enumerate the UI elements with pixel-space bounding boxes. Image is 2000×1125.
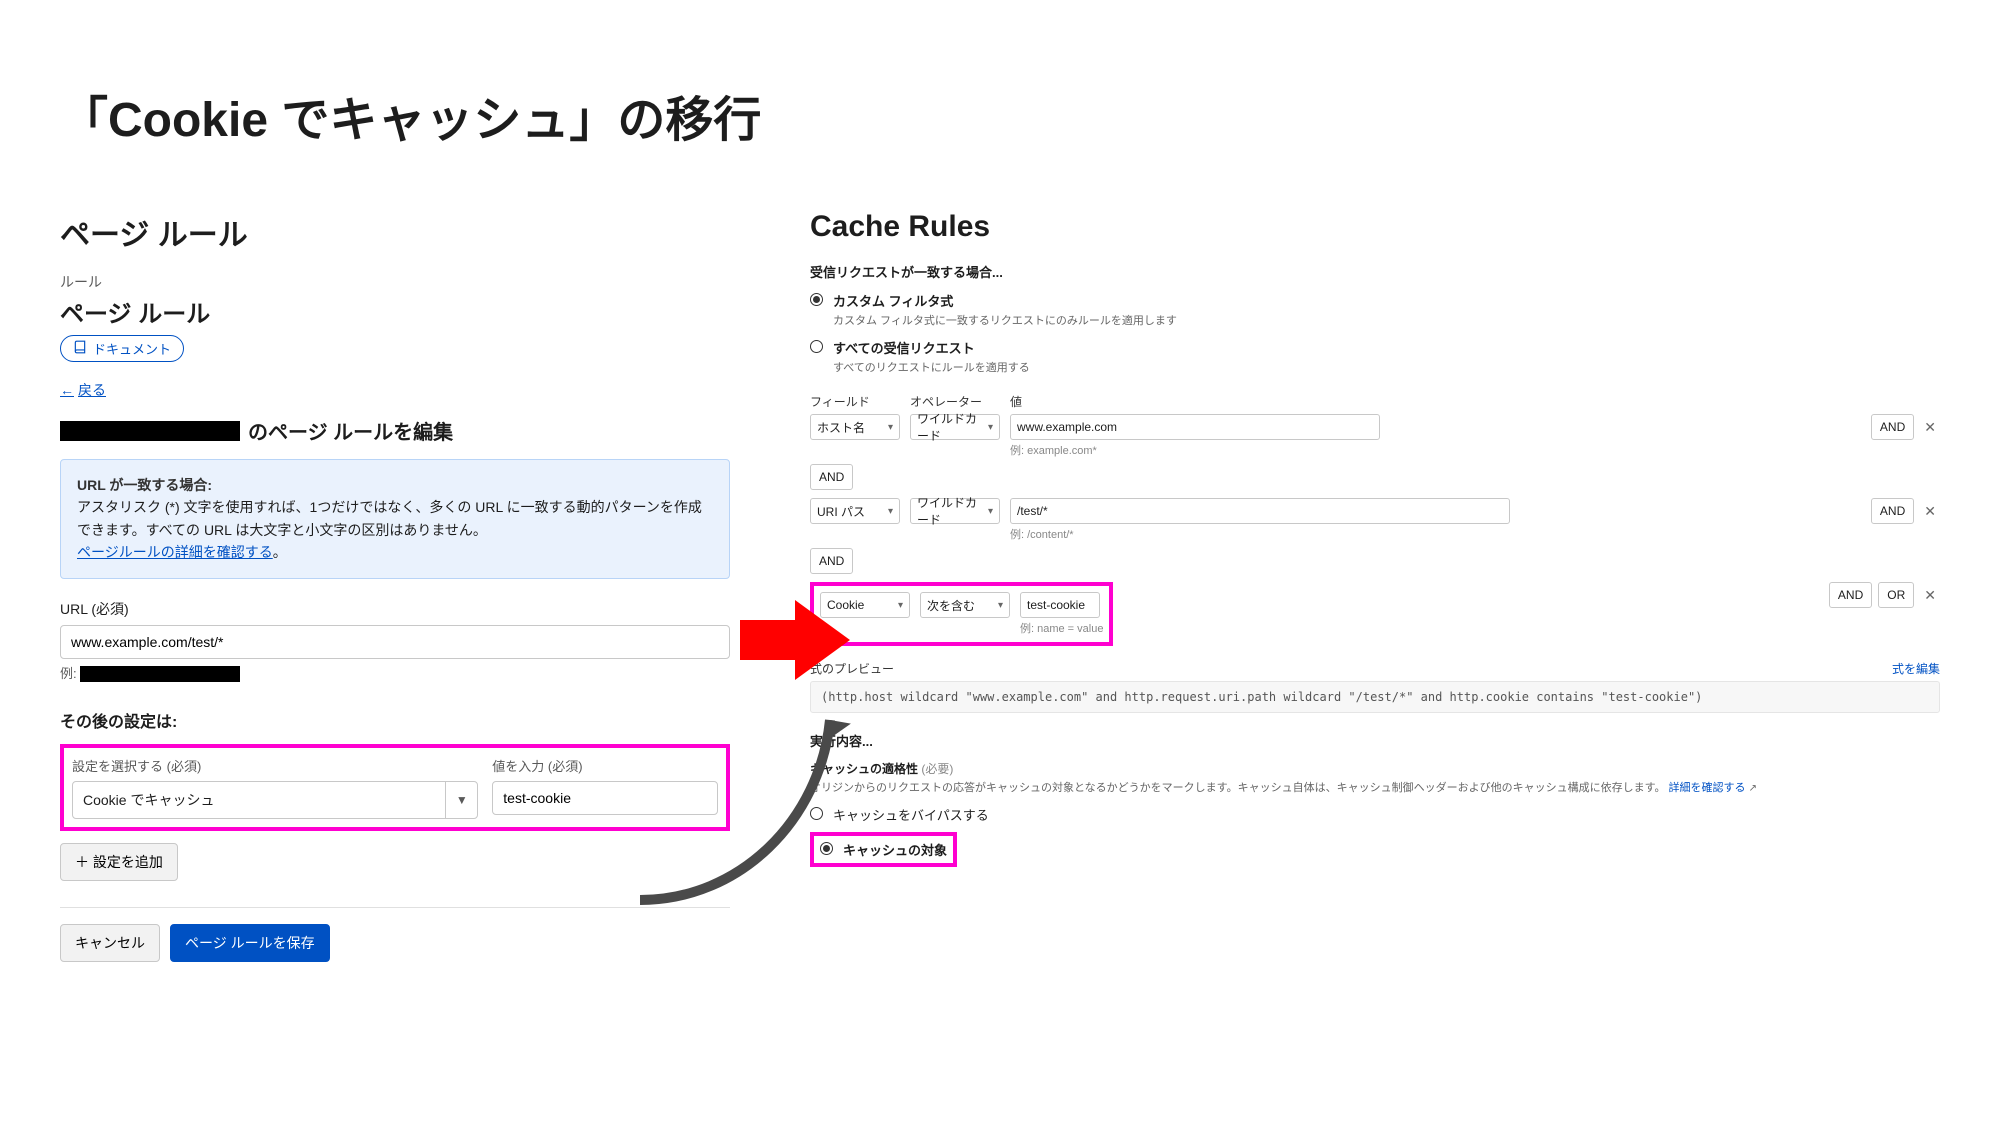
info-link[interactable]: ページルールの詳細を確認する xyxy=(77,544,273,560)
col-operator: オペレーター xyxy=(910,393,1000,410)
and-chip[interactable]: AND xyxy=(1829,582,1872,608)
caret-down-icon: ▾ xyxy=(888,506,893,517)
value-input-label: 値を入力 (必須) xyxy=(492,756,718,775)
value-hint: 例: /content/* xyxy=(1010,526,1861,542)
highlighted-cache-target: キャッシュの対象 xyxy=(810,832,957,867)
or-chip[interactable]: OR xyxy=(1878,582,1914,608)
operator-select-wildcard[interactable]: ワイルドカード▾ xyxy=(910,498,1000,524)
radio-icon xyxy=(810,293,823,306)
rule-row: URI パス▾ ワイルドカード▾ /test/* 例: /content/* A… xyxy=(810,498,1940,542)
page-rules-panel: ページ ルール ルール ページ ルール ドキュメント ← 戻る のページ ルール… xyxy=(60,210,730,962)
cancel-button[interactable]: キャンセル xyxy=(60,924,160,962)
caret-down-icon: ▾ xyxy=(988,422,993,433)
back-label: 戻る xyxy=(78,380,106,400)
add-setting-button[interactable]: ＋ 設定を追加 xyxy=(60,843,178,881)
sub-heading: ページ ルール xyxy=(60,294,730,329)
url-match-info: URL が一致する場合: アスタリスク (*) 文字を使用すれば、1つだけではな… xyxy=(60,459,730,579)
info-body: アスタリスク (*) 文字を使用すれば、1つだけではなく、多くの URL に一致… xyxy=(77,499,702,537)
documentation-label: ドキュメント xyxy=(93,339,171,358)
radio-all-title: すべての受信リクエスト xyxy=(833,338,1030,357)
red-arrow-icon xyxy=(740,600,850,680)
left-heading: ページ ルール xyxy=(60,210,730,254)
caret-down-icon: ▾ xyxy=(888,422,893,433)
caret-down-icon: ▾ xyxy=(998,600,1003,611)
setting-select-value: Cookie でキャッシュ xyxy=(73,782,445,818)
value-input-uripath[interactable]: /test/* xyxy=(1010,498,1510,524)
and-chip[interactable]: AND xyxy=(1871,498,1914,524)
rule-columns-header: フィールド オペレーター 値 xyxy=(810,393,1940,410)
setting-select[interactable]: Cookie でキャッシュ ▼ xyxy=(72,781,478,819)
divider xyxy=(60,907,730,908)
caret-down-icon: ▾ xyxy=(988,506,993,517)
rule-row: ホスト名▾ ワイルドカード▾ www.example.com 例: exampl… xyxy=(810,414,1940,458)
radio-custom-filter[interactable]: カスタム フィルタ式 カスタム フィルタ式に一致するリクエストにのみルールを適用… xyxy=(810,291,1940,328)
after-settings-label: その後の設定は: xyxy=(60,708,730,732)
rule-row: Cookie▾ 次を含む▾ test-cookie 例: name = valu… xyxy=(810,582,1940,646)
col-value: 値 xyxy=(1010,393,1940,410)
execution-label: 実行内容... xyxy=(810,731,1940,750)
url-field-label: URL (必須) xyxy=(60,599,730,619)
incoming-request-match-label: 受信リクエストが一致する場合... xyxy=(810,262,1940,281)
redacted-domain xyxy=(60,421,240,441)
edit-title-suffix: のページ ルールを編集 xyxy=(248,416,453,445)
radio-custom-title: カスタム フィルタ式 xyxy=(833,291,1177,310)
radio-icon xyxy=(810,340,823,353)
and-chip[interactable]: AND xyxy=(1871,414,1914,440)
field-select-uripath[interactable]: URI パス▾ xyxy=(810,498,900,524)
cache-eligibility-label: キャッシュの適格性 (必要) xyxy=(810,760,1940,777)
operator-select-wildcard[interactable]: ワイルドカード▾ xyxy=(910,414,1000,440)
radio-bypass-label: キャッシュをバイパスする xyxy=(833,805,989,824)
info-title: URL が一致する場合: xyxy=(77,477,212,493)
cookie-value-input[interactable] xyxy=(492,781,718,815)
and-connector: AND xyxy=(810,464,853,490)
right-heading: Cache Rules xyxy=(810,210,1940,244)
value-hint: 例: name = value xyxy=(1020,620,1103,636)
expression-preview-code: (http.host wildcard "www.example.com" an… xyxy=(810,681,1940,713)
highlighted-cookie-row: Cookie▾ 次を含む▾ test-cookie 例: name = valu… xyxy=(810,582,1113,646)
external-link-icon: ↗ xyxy=(1749,783,1757,794)
edit-page-rule-title: のページ ルールを編集 xyxy=(60,416,730,445)
radio-target-label: キャッシュの対象 xyxy=(843,840,947,859)
caret-down-icon: ▾ xyxy=(898,600,903,611)
radio-all-requests[interactable]: すべての受信リクエスト すべてのリクエストにルールを適用する xyxy=(810,338,1940,375)
radio-icon xyxy=(810,807,823,820)
operator-select-contains[interactable]: 次を含む▾ xyxy=(920,592,1010,618)
highlighted-setting-box: 設定を選択する (必須) Cookie でキャッシュ ▼ 値を入力 (必須) xyxy=(60,744,730,831)
value-hint: 例: example.com* xyxy=(1010,442,1861,458)
eligibility-learn-more-link[interactable]: 詳細を確認する xyxy=(1669,782,1746,794)
remove-row-icon[interactable]: ✕ xyxy=(1920,419,1940,436)
value-input-hostname[interactable]: www.example.com xyxy=(1010,414,1380,440)
page-title: 「Cookie でキャッシュ」の移行 xyxy=(60,80,1940,150)
col-field: フィールド xyxy=(810,393,900,410)
radio-all-sub: すべてのリクエストにルールを適用する xyxy=(833,359,1030,375)
url-input[interactable] xyxy=(60,625,730,659)
arrow-left-icon: ← xyxy=(60,382,74,398)
back-link[interactable]: ← 戻る xyxy=(60,380,106,400)
redacted-example xyxy=(80,666,240,682)
remove-row-icon[interactable]: ✕ xyxy=(1920,503,1940,520)
cache-rules-panel: Cache Rules 受信リクエストが一致する場合... カスタム フィルタ式… xyxy=(810,210,1940,962)
cache-eligibility-sub: オリジンからのリクエストの応答がキャッシュの対象となるかどうかをマークします。キ… xyxy=(810,779,1940,795)
remove-row-icon[interactable]: ✕ xyxy=(1920,587,1940,604)
value-input-cookie[interactable]: test-cookie xyxy=(1020,592,1100,618)
field-select-hostname[interactable]: ホスト名▾ xyxy=(810,414,900,440)
save-button[interactable]: ページ ルールを保存 xyxy=(170,924,330,962)
radio-custom-sub: カスタム フィルタ式に一致するリクエストにのみルールを適用します xyxy=(833,312,1177,328)
radio-bypass-cache[interactable]: キャッシュをバイパスする xyxy=(810,805,1940,824)
book-icon xyxy=(73,340,87,357)
url-example-hint: 例: xyxy=(60,663,730,683)
setting-select-label: 設定を選択する (必須) xyxy=(72,756,478,775)
breadcrumb: ルール xyxy=(60,272,730,292)
caret-down-icon: ▼ xyxy=(445,782,477,818)
radio-cache-target[interactable]: キャッシュの対象 xyxy=(820,840,947,859)
radio-icon xyxy=(820,842,833,855)
edit-expression-link[interactable]: 式を編集 xyxy=(1892,660,1940,677)
and-connector: AND xyxy=(810,548,853,574)
documentation-pill[interactable]: ドキュメント xyxy=(60,335,184,362)
